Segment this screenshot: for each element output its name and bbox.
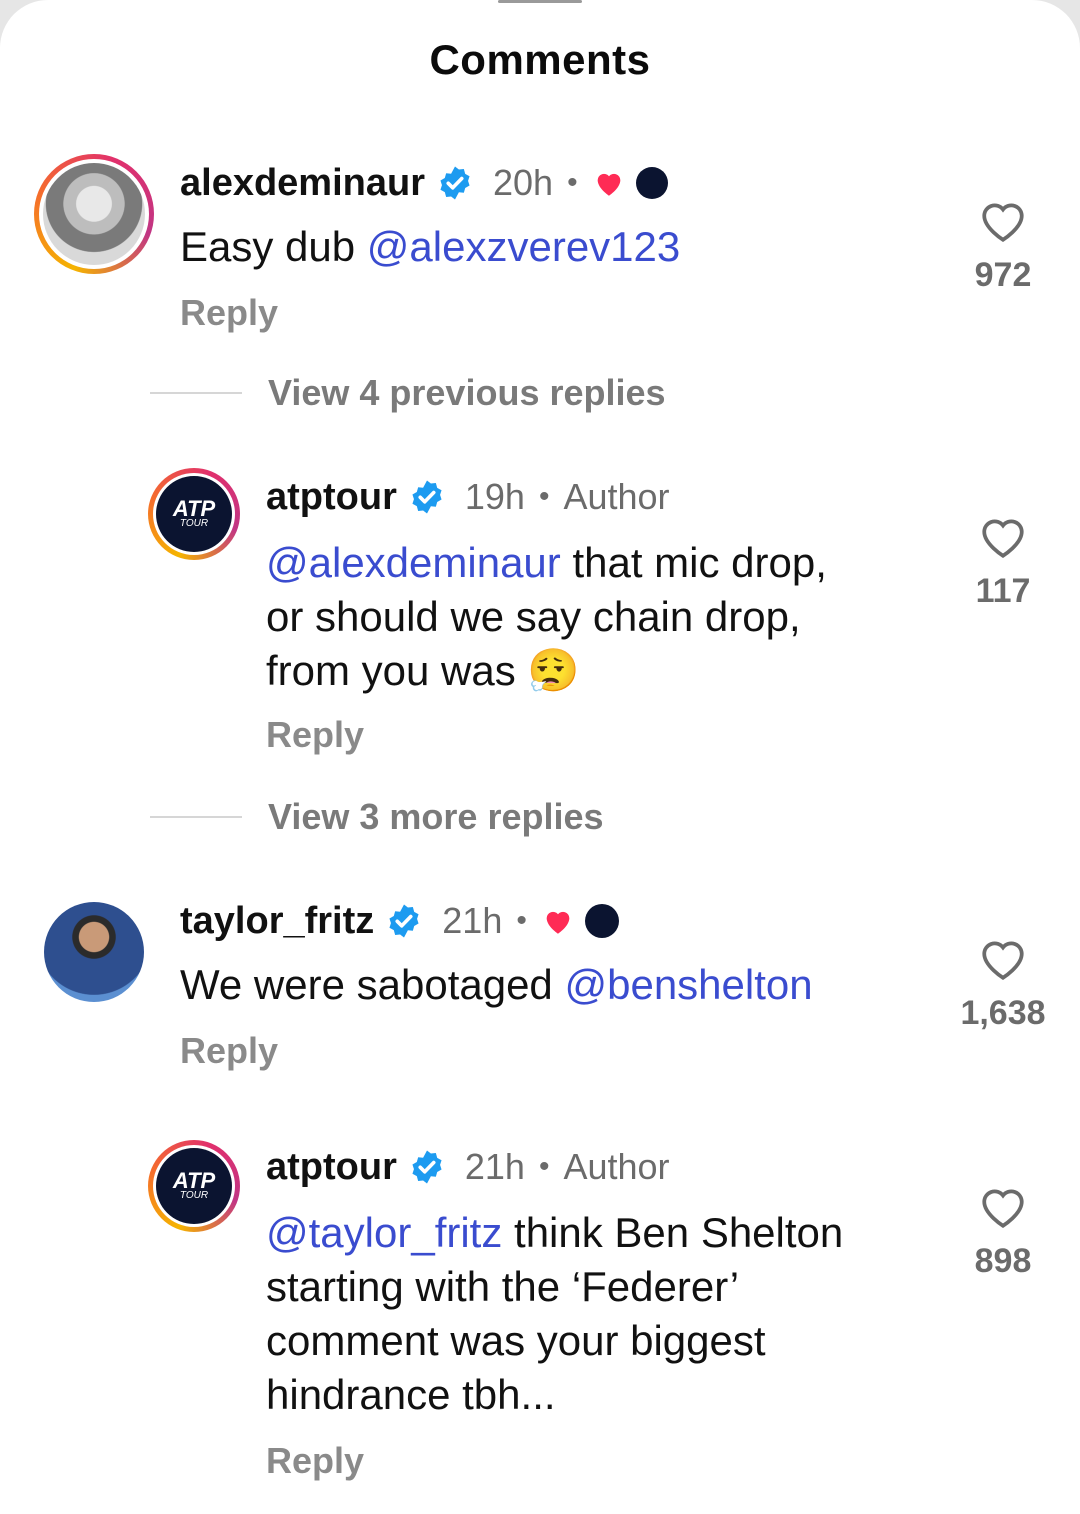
comment-text: We were sabotaged @benshelton [180, 961, 813, 1008]
mention-link[interactable]: @taylor_fritz [266, 1209, 502, 1256]
reply-button[interactable]: Reply [266, 1440, 364, 1482]
timestamp: 19h [464, 476, 525, 517]
timestamp: 20h [493, 162, 554, 203]
username[interactable]: atptour [266, 1146, 397, 1189]
heart-icon[interactable] [978, 1184, 1028, 1230]
view-previous-replies[interactable]: View 4 previous replies [150, 372, 666, 414]
like-count: 972 [974, 256, 1032, 294]
like-count: 1,638 [960, 994, 1046, 1032]
avatar[interactable]: ATP TOUR [148, 468, 240, 560]
heart-icon[interactable] [978, 198, 1028, 244]
avatar[interactable]: ATP TOUR [148, 1140, 240, 1232]
verified-badge-icon [440, 166, 470, 200]
creator-liked-heart-icon [546, 911, 570, 934]
mention-link[interactable]: @alexdeminaur [266, 539, 561, 586]
separator-dot: • [567, 166, 578, 199]
verified-badge-icon [412, 1150, 442, 1184]
username[interactable]: atptour [266, 476, 397, 519]
separator-dot: • [516, 904, 527, 937]
avatar[interactable] [44, 902, 144, 1002]
like-control[interactable]: 117 [928, 514, 1078, 611]
separator-dot: • [538, 1150, 550, 1183]
like-control[interactable]: 898 [928, 1184, 1078, 1281]
heart-icon[interactable] [978, 514, 1028, 560]
thread-line [150, 816, 242, 818]
atp-logo-text: ATP [172, 1168, 216, 1193]
page-title: Comments [429, 36, 651, 83]
author-label: Author [563, 476, 670, 517]
comment-text: @alexdeminaur that mic drop, or should w… [266, 539, 827, 694]
verified-badge-icon [389, 904, 419, 938]
like-control[interactable]: 972 [928, 198, 1078, 295]
reply-button[interactable]: Reply [266, 714, 364, 756]
comment-text: Easy dub @alexzverev123 [180, 223, 681, 270]
thread-line [150, 392, 242, 394]
atp-logo-text: ATP [172, 496, 216, 521]
heart-icon[interactable] [978, 936, 1028, 982]
separator-dot: • [538, 480, 550, 513]
author-label: Author [563, 1146, 670, 1187]
like-count: 117 [975, 572, 1031, 610]
view-more-replies[interactable]: View 3 more replies [150, 796, 604, 838]
timestamp: 21h [464, 1146, 525, 1187]
creator-liked-heart-icon [597, 173, 620, 196]
like-control[interactable]: 1,638 [928, 936, 1078, 1033]
username[interactable]: alexdeminaur [180, 162, 425, 205]
mention-link[interactable]: @alexzverev123 [367, 223, 680, 270]
timestamp: 21h [442, 900, 503, 941]
avatar[interactable] [34, 154, 154, 274]
reply-button[interactable]: Reply [180, 1030, 278, 1072]
verified-badge-icon [412, 480, 442, 514]
comments-sheet: Comments alexdeminaur 20h • Easy dub @al… [0, 0, 1080, 1514]
username[interactable]: taylor_fritz [180, 900, 374, 943]
reply-button[interactable]: Reply [180, 292, 278, 334]
creator-avatar-mini [635, 167, 668, 199]
mention-link[interactable]: @benshelton [564, 961, 812, 1008]
like-count: 898 [974, 1242, 1032, 1280]
comment-text: @taylor_fritz think Ben Shelton starting… [266, 1209, 844, 1418]
drag-handle[interactable] [498, 0, 582, 3]
creator-avatar-mini [584, 904, 619, 938]
